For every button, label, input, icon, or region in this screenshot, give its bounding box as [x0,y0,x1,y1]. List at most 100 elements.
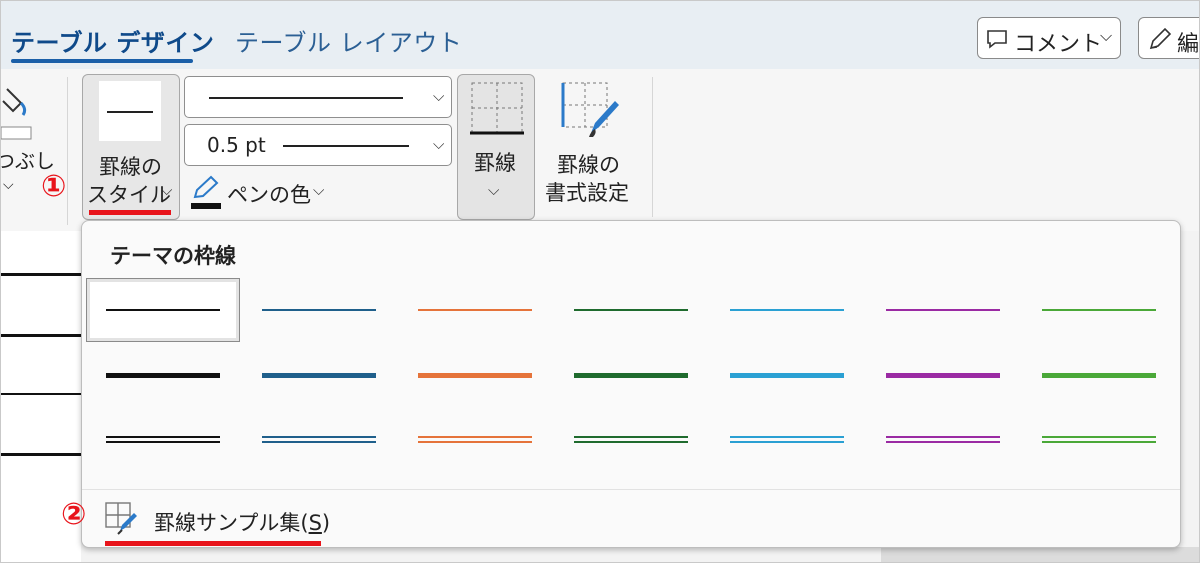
border-samples-close: ) [321,511,331,535]
gallery-footer-separator [82,489,1180,490]
border-style-label-1: 罫線の [99,155,162,179]
border-style-option-thin[interactable] [1042,299,1162,323]
table-border-line [1,453,81,456]
active-tab-indicator [11,59,193,63]
table-border-line [1,393,81,395]
border-style-option-double[interactable] [106,429,226,453]
callout-number-2: ② [61,497,87,532]
line-sample [262,436,376,438]
table-border-line [1,334,81,337]
line-sample [262,309,376,311]
callout-number-1: ① [41,169,67,204]
line-sample [886,309,1000,311]
pen-color-label: ペンの色 [227,183,311,207]
tab-table-layout[interactable]: テーブル レイアウト [235,23,462,58]
line-sample [1042,436,1156,438]
chevron-down-icon: ⌵ [1100,26,1113,45]
line-sample [886,441,1000,443]
line-sample [1042,309,1156,311]
border-samples-menu-item[interactable]: 罫線サンプル集(S) [154,507,330,537]
border-style-preview [99,81,161,141]
border-style-option-thick[interactable] [262,365,382,389]
line-sample [730,373,844,378]
border-style-button[interactable]: 罫線の スタイル ⌵ [82,74,180,220]
border-style-option-double[interactable] [262,429,382,453]
fill-icon[interactable] [1,83,35,143]
border-style-option-thick[interactable] [730,365,850,389]
border-style-option-thick[interactable] [418,365,538,389]
border-format-label-2: 書式設定 [545,181,629,205]
border-style-option-thin[interactable] [106,299,226,323]
pen-style-line [209,97,403,99]
line-sample [574,436,688,438]
line-sample [106,309,220,311]
line-sample [730,309,844,311]
document-margin [881,547,1199,562]
chevron-down-icon: ⌵ [161,181,173,199]
line-sample [106,441,220,443]
border-samples-text: 罫線サンプル集( [154,511,309,535]
chevron-down-icon: ⌵ [433,135,445,153]
ribbon-separator [652,77,653,217]
pen-weight-value: 0.5 pt [207,133,266,157]
border-grid-icon [470,82,524,135]
pen-style-dropdown[interactable]: ⌵ [184,76,452,118]
line-sample [886,373,1000,378]
border-style-label-2: スタイル [87,183,171,207]
pen-weight-dropdown[interactable]: 0.5 pt ⌵ [184,124,452,166]
border-style-option-thick[interactable] [1042,365,1162,389]
line-sample [262,373,376,378]
line-sample [574,373,688,378]
comment-button-label: コメント [1014,32,1103,57]
border-style-option-thick[interactable] [574,365,694,389]
chevron-down-icon: ⌵ [3,177,14,193]
callout-underline-2 [105,541,321,546]
line-sample [1042,441,1156,443]
chevron-down-icon: ⌵ [433,87,445,105]
pen-icon [191,175,221,209]
line-sample [574,441,688,443]
borders-label: 罫線 [474,151,516,175]
border-style-option-thin[interactable] [418,299,538,323]
borders-button[interactable]: 罫線 ⌵ [457,74,535,220]
border-style-option-double[interactable] [418,429,538,453]
border-format-icon [561,82,619,137]
border-samples-accesskey: S [308,511,322,535]
line-sample [106,373,220,378]
line-sample [730,441,844,443]
border-style-option-thin[interactable] [730,299,850,323]
line-sample [1042,373,1156,378]
border-style-option-double[interactable] [730,429,850,453]
border-format-button[interactable]: 罫線の 書式設定 [539,75,639,215]
chevron-down-icon: ⌵ [313,181,325,199]
ribbon-tab-row: テーブル デザイン テーブル レイアウト コメント ⌵ 編 [1,1,1200,69]
border-style-option-double[interactable] [1042,429,1162,453]
line-sample [574,309,688,311]
border-style-option-thin[interactable] [886,299,1006,323]
border-style-option-thin[interactable] [574,299,694,323]
tab-table-design[interactable]: テーブル デザイン [11,23,214,58]
border-style-option-thick[interactable] [106,365,226,389]
table-border-line [1,273,81,276]
callout-underline-1 [89,210,171,215]
border-style-gallery: テーマの枠線 罫線サンプル集(S) [81,220,1181,548]
pen-weight-line [283,145,409,147]
line-sample [730,436,844,438]
border-style-option-double[interactable] [886,429,1006,453]
pen-color-button[interactable]: ペンの色 ⌵ [189,173,339,213]
line-sample [262,441,376,443]
border-style-option-thin[interactable] [262,299,382,323]
border-style-option-thick[interactable] [886,365,1006,389]
app-window: テーブル デザイン テーブル レイアウト コメント ⌵ 編 つぶし ⌵ 罫線の … [0,0,1200,563]
edit-button-label: 編 [1177,32,1200,57]
edit-button[interactable]: 編 [1138,17,1200,59]
line-sample [418,373,532,378]
line-sample [418,309,532,311]
line-sample [418,436,532,438]
border-style-option-double[interactable] [574,429,694,453]
border-sample-icon [105,502,137,535]
comment-icon [987,30,1007,49]
edit-pencil-icon [1149,27,1172,50]
line-sample [886,436,1000,438]
comment-button[interactable]: コメント ⌵ [977,17,1121,59]
